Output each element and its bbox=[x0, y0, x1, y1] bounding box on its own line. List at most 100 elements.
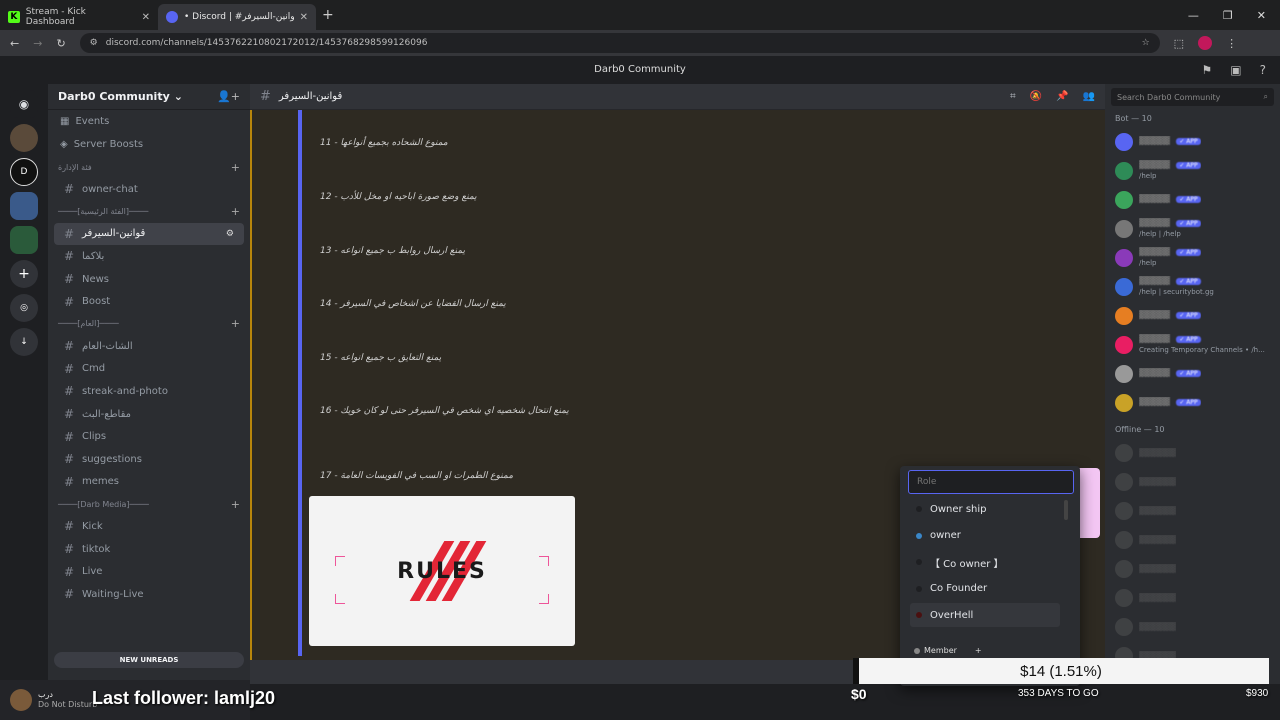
role-search-input[interactable] bbox=[908, 470, 1074, 494]
member-item[interactable]: ▓▓▓▓▓ ✓ APP/help bbox=[1105, 243, 1280, 272]
offline-member-item[interactable]: ▓▓▓▓▓▓ bbox=[1105, 525, 1280, 554]
member-item[interactable]: ▓▓▓▓▓ ✓ APP/help | /help bbox=[1105, 214, 1280, 243]
scrollbar[interactable] bbox=[1064, 500, 1068, 520]
channel-item[interactable]: # Live bbox=[54, 560, 244, 583]
member-item[interactable]: ▓▓▓▓▓ ✓ APP/help | securitybot.gg bbox=[1105, 272, 1280, 301]
offline-member-item[interactable]: ▓▓▓▓▓▓ bbox=[1105, 583, 1280, 612]
member-item[interactable]: ▓▓▓▓▓ ✓ APP bbox=[1105, 301, 1280, 330]
role-option[interactable]: Owner ship bbox=[910, 497, 1060, 521]
channel-item[interactable]: # Cmd bbox=[54, 358, 244, 381]
download-icon[interactable]: ↓ bbox=[10, 328, 38, 356]
member-text: ▓▓▓▓▓▓ bbox=[1139, 506, 1176, 516]
app-badge: ✓ APP bbox=[1176, 249, 1201, 256]
back-icon[interactable]: ← bbox=[10, 37, 19, 50]
server-boosts-item[interactable]: ◈ Server Boosts bbox=[48, 133, 250, 156]
member-item[interactable]: ▓▓▓▓▓ ✓ APP/help bbox=[1105, 156, 1280, 185]
offline-member-item[interactable]: ▓▓▓▓▓▓ bbox=[1105, 554, 1280, 583]
channel-item[interactable]: # Clips bbox=[54, 425, 244, 448]
discover-icon[interactable]: ◎ bbox=[10, 294, 38, 322]
offline-member-item[interactable]: ▓▓▓▓▓▓ bbox=[1105, 496, 1280, 525]
close-icon[interactable]: ✕ bbox=[300, 12, 308, 23]
add-channel-icon[interactable]: + bbox=[231, 317, 240, 330]
member-status: /help | /help bbox=[1139, 230, 1181, 238]
member-list-icon[interactable]: 👥 bbox=[1083, 91, 1095, 102]
category-header[interactable]: فئة الإدارة + bbox=[48, 156, 250, 178]
channel-item[interactable]: # بلاكما bbox=[54, 245, 244, 268]
member-role-row: Member + bbox=[914, 646, 982, 655]
avatar[interactable] bbox=[10, 689, 32, 711]
category-header[interactable]: ────[العام]──── + bbox=[48, 313, 250, 335]
add-role-icon[interactable]: + bbox=[975, 646, 982, 655]
channel-item[interactable]: # قوانين-السيرفر ⚙ bbox=[54, 222, 244, 246]
url-field[interactable]: ⚙ discord.com/channels/14537622108021720… bbox=[79, 33, 1160, 53]
forward-icon[interactable]: → bbox=[33, 37, 42, 50]
category-header[interactable]: ────[Darb Media]──── + bbox=[48, 493, 250, 515]
site-info-icon[interactable]: ⚙ bbox=[90, 38, 98, 48]
invite-icon[interactable]: 👤+ bbox=[217, 90, 240, 103]
restore-icon[interactable]: ❐ bbox=[1223, 9, 1233, 22]
search-input[interactable]: Search Darb0 Community ⌕ bbox=[1111, 88, 1274, 106]
events-item[interactable]: ▦ Events bbox=[48, 110, 250, 133]
offline-member-item[interactable]: ▓▓▓▓▓▓ bbox=[1105, 467, 1280, 496]
channel-item[interactable]: # owner-chat bbox=[54, 178, 244, 201]
threads-icon[interactable]: ⌗ bbox=[1010, 91, 1016, 102]
channel-item[interactable]: # News bbox=[54, 268, 244, 291]
member-item[interactable]: ▓▓▓▓▓ ✓ APP Creating Temporary Channels •… bbox=[1105, 330, 1280, 359]
discord-home-icon[interactable]: ◉ bbox=[10, 90, 38, 118]
channel-item[interactable]: # streak-and-photo bbox=[54, 380, 244, 403]
server-folder-icon[interactable] bbox=[10, 226, 38, 254]
close-icon[interactable]: ✕ bbox=[142, 12, 150, 23]
flag-icon[interactable]: ⚑ bbox=[1202, 56, 1213, 84]
rules-image[interactable]: RULES bbox=[309, 496, 575, 646]
role-option[interactable]: OverHell bbox=[910, 603, 1060, 627]
member-text: ▓▓▓▓▓ ✓ APP/help | /help bbox=[1139, 218, 1201, 239]
pin-icon[interactable]: 📌 bbox=[1056, 91, 1068, 102]
offline-member-item[interactable]: ▓▓▓▓▓▓ bbox=[1105, 612, 1280, 641]
new-unreads-pill[interactable]: NEW UNREADS bbox=[54, 652, 244, 668]
avatar bbox=[1115, 132, 1133, 151]
server-icon[interactable]: D bbox=[10, 158, 38, 186]
channel-item[interactable]: # Waiting-Live bbox=[54, 583, 244, 606]
role-option[interactable]: Co Founder bbox=[910, 577, 1060, 601]
server-icon[interactable] bbox=[10, 124, 38, 152]
extensions-icon[interactable]: ⬚ bbox=[1174, 37, 1184, 50]
inbox-icon[interactable]: ▣ bbox=[1230, 56, 1241, 84]
role-option[interactable]: owner bbox=[910, 524, 1060, 548]
profile-icon[interactable] bbox=[1198, 36, 1213, 50]
add-channel-icon[interactable]: + bbox=[231, 498, 240, 511]
server-folder-icon[interactable] bbox=[10, 192, 38, 220]
channel-item[interactable]: # memes bbox=[54, 471, 244, 494]
settings-icon[interactable]: ⚙ bbox=[226, 229, 234, 239]
minimize-icon[interactable]: — bbox=[1188, 9, 1199, 22]
member-item[interactable]: ▓▓▓▓▓ ✓ APP bbox=[1105, 185, 1280, 214]
channel-item[interactable]: # suggestions bbox=[54, 448, 244, 471]
channel-item[interactable]: # Boost bbox=[54, 290, 244, 313]
channel-item[interactable]: # Kick bbox=[54, 515, 244, 538]
menu-icon[interactable]: ⋮ bbox=[1226, 37, 1237, 50]
app-badge: ✓ APP bbox=[1176, 220, 1201, 227]
member-item[interactable]: ▓▓▓▓▓ ✓ APP bbox=[1105, 127, 1280, 156]
channel-item[interactable]: # مقاطع-البث bbox=[54, 403, 244, 426]
category-header[interactable]: ────[الفئة الرئيسية]──── + bbox=[48, 201, 250, 223]
embed-accent-bar bbox=[298, 110, 302, 656]
tab-label: Stream - Kick Dashboard bbox=[25, 7, 86, 27]
new-tab-icon[interactable]: + bbox=[322, 7, 334, 23]
add-server-icon[interactable]: + bbox=[10, 260, 38, 288]
member-item[interactable]: ▓▓▓▓▓ ✓ APP bbox=[1105, 359, 1280, 388]
add-channel-icon[interactable]: + bbox=[231, 205, 240, 218]
offline-member-item[interactable]: ▓▓▓▓▓▓ bbox=[1105, 438, 1280, 467]
help-icon[interactable]: ? bbox=[1260, 56, 1266, 84]
member-text: ▓▓▓▓▓▓ bbox=[1139, 564, 1176, 574]
reload-icon[interactable]: ↻ bbox=[56, 37, 65, 50]
bookmark-star-icon[interactable]: ☆ bbox=[1142, 38, 1150, 48]
notification-bell-icon[interactable]: 🔕 bbox=[1030, 91, 1042, 102]
tab-discord[interactable]: • Discord | #مو قوانين-السيرفر ، ✕ bbox=[158, 4, 316, 30]
add-channel-icon[interactable]: + bbox=[231, 161, 240, 174]
member-item[interactable]: ▓▓▓▓▓ ✓ APP bbox=[1105, 388, 1280, 417]
tab-kick-dashboard[interactable]: K Stream - Kick Dashboard ✕ bbox=[0, 4, 158, 30]
role-option[interactable]: 【 Co owner 】 bbox=[910, 550, 1060, 574]
channel-item[interactable]: # الشات-العام bbox=[54, 335, 244, 358]
close-window-icon[interactable]: ✕ bbox=[1257, 9, 1266, 22]
channel-item[interactable]: # tiktok bbox=[54, 538, 244, 561]
server-header[interactable]: Darb0 Community ⌄ 👤+ bbox=[48, 84, 250, 110]
